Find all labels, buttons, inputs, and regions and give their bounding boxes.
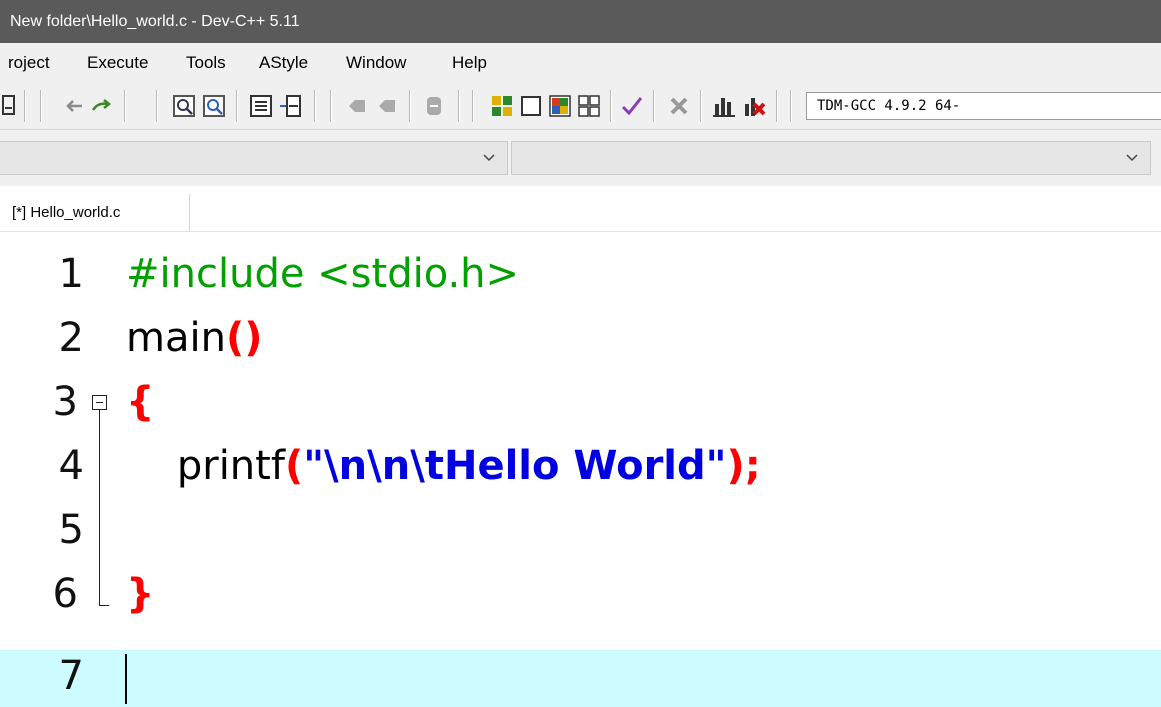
line-code: { <box>126 370 154 434</box>
code-line: 1 #include <stdio.h> <box>0 242 1161 306</box>
symbol-token: ( <box>284 443 304 489</box>
toolbar-separator <box>40 90 42 122</box>
unindent-icon[interactable] <box>278 94 302 118</box>
toolbar-separator <box>124 90 126 122</box>
symbol-token: ); <box>726 443 761 489</box>
toolbar-separator <box>458 90 460 122</box>
identifier-token: printf <box>126 443 285 489</box>
line-number: 2 <box>58 315 84 361</box>
compiler-select[interactable]: TDM-GCC 4.9.2 64- <box>806 92 1161 120</box>
stop-icon[interactable] <box>667 94 691 118</box>
toolbar: TDM-GCC 4.9.2 64- <box>0 82 1161 130</box>
class-function-bar <box>0 130 1161 186</box>
line-number: 5 <box>58 507 84 553</box>
check-syntax-icon[interactable] <box>620 94 644 118</box>
toolbar-separator <box>156 90 158 122</box>
tab-label: [*] Hello_world.c <box>12 204 121 221</box>
line-number: 6 <box>52 571 78 617</box>
line-number: 7 <box>58 653 84 699</box>
compile-run-icon[interactable] <box>548 94 572 118</box>
editor-tab-bar: [*] Hello_world.c <box>0 186 1161 232</box>
fold-toggle[interactable] <box>92 395 107 410</box>
replace-icon[interactable] <box>202 94 226 118</box>
toolbar-separator <box>24 90 26 122</box>
chevron-down-icon <box>1126 154 1138 162</box>
redo-icon[interactable] <box>90 94 114 118</box>
undo-icon[interactable] <box>62 94 86 118</box>
code-line: 3 { <box>0 370 1161 434</box>
line-code: main() <box>126 306 263 370</box>
delete-profile-icon[interactable] <box>742 94 766 118</box>
save-all-icon[interactable] <box>2 94 16 118</box>
code-line: 6 } <box>0 562 1161 626</box>
line-code: printf("\n\n\tHello World"); <box>126 434 761 498</box>
toolbar-separator <box>409 90 411 122</box>
menu-astyle[interactable]: AStyle <box>259 43 308 82</box>
code-line: 5 <box>0 498 1161 562</box>
menu-project[interactable]: roject <box>8 43 50 82</box>
line-number: 4 <box>58 443 84 489</box>
toolbar-separator <box>700 90 702 122</box>
toolbar-separator <box>790 90 792 122</box>
menu-execute[interactable]: Execute <box>87 43 148 82</box>
line-code: } <box>126 562 154 626</box>
preprocessor-token: #include <stdio.h> <box>126 251 520 297</box>
menu-window[interactable]: Window <box>346 43 406 82</box>
line-number: 1 <box>58 251 84 297</box>
toolbar-separator <box>776 90 778 122</box>
string-token: "\n\n\tHello World" <box>303 443 727 489</box>
code-line: 4 printf("\n\n\tHello World"); <box>0 434 1161 498</box>
function-combo[interactable] <box>511 141 1151 175</box>
rebuild-icon[interactable] <box>577 94 601 118</box>
indent-icon[interactable] <box>249 94 273 118</box>
goto-bookmark-icon[interactable] <box>375 94 399 118</box>
comment-icon[interactable] <box>422 94 446 118</box>
line-code: #include <stdio.h> <box>126 242 519 306</box>
symbol-token: } <box>126 571 155 617</box>
toolbar-separator <box>236 90 238 122</box>
tab-hello-world[interactable]: [*] Hello_world.c <box>0 194 190 232</box>
symbol-token: () <box>225 315 263 361</box>
fold-line <box>99 410 100 605</box>
toggle-bookmark-icon[interactable] <box>345 94 369 118</box>
find-icon[interactable] <box>172 94 196 118</box>
menu-help[interactable]: Help <box>452 43 487 82</box>
toolbar-separator <box>330 90 332 122</box>
run-icon[interactable] <box>519 94 543 118</box>
symbol-token: { <box>126 379 155 425</box>
code-line: 2 main() <box>0 306 1161 370</box>
code-editor[interactable]: 1 #include <stdio.h> 2 main() 3 { 4 prin… <box>0 232 1161 707</box>
window-title: New folder\Hello_world.c - Dev-C++ 5.11 <box>0 0 1161 43</box>
chevron-down-icon <box>483 154 495 162</box>
fold-end <box>99 605 109 606</box>
current-line: 7 <box>0 650 1161 707</box>
toolbar-separator <box>472 90 474 122</box>
toolbar-separator <box>653 90 655 122</box>
compile-icon[interactable] <box>490 94 514 118</box>
profile-icon[interactable] <box>712 94 736 118</box>
identifier-token: main <box>126 315 226 361</box>
menu-bar: roject Execute Tools AStyle Window Help <box>0 43 1161 82</box>
class-combo[interactable] <box>0 141 508 175</box>
menu-tools[interactable]: Tools <box>186 43 226 82</box>
toolbar-separator <box>314 90 316 122</box>
line-number: 3 <box>52 379 78 425</box>
text-caret <box>125 654 127 704</box>
toolbar-separator <box>610 90 612 122</box>
